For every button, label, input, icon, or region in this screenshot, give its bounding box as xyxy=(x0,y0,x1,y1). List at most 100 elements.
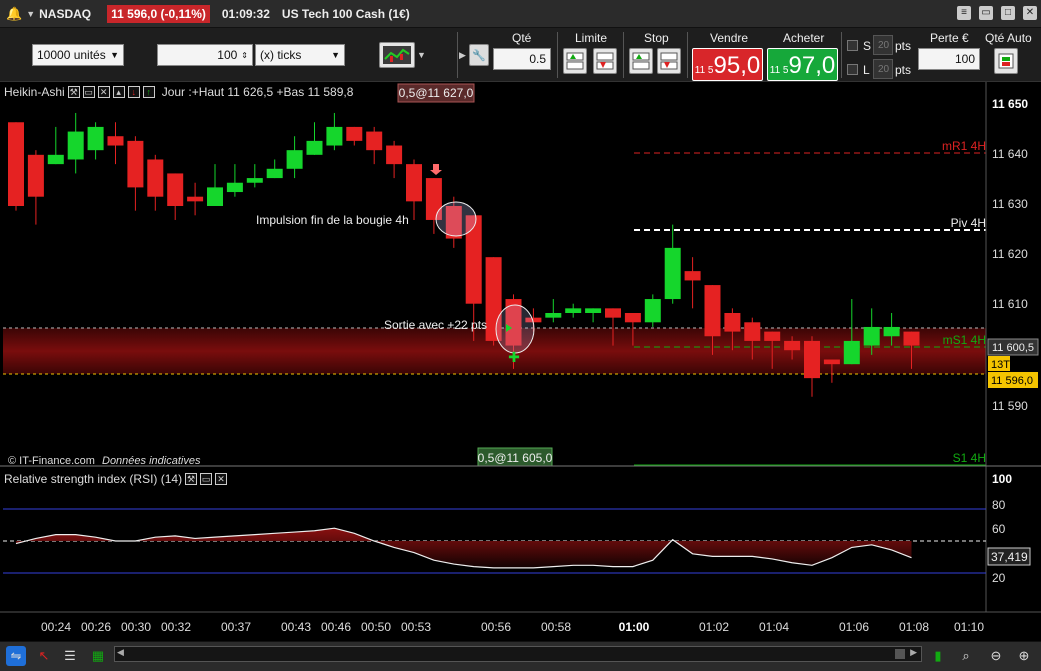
x-tick: 01:08 xyxy=(899,620,929,634)
window-icon[interactable]: ▭ xyxy=(82,86,95,98)
buy-button[interactable]: 11 5 97,0 xyxy=(767,48,838,81)
candle[interactable] xyxy=(187,196,204,202)
candle[interactable] xyxy=(87,126,104,151)
wrench-icon[interactable]: ⚒ xyxy=(67,86,80,98)
limit-buy-icon[interactable] xyxy=(563,48,587,74)
buy-order-icon[interactable]: ↑ xyxy=(142,86,155,98)
candle[interactable] xyxy=(764,331,781,341)
bell-icon[interactable]: 🔔 xyxy=(6,6,22,22)
candle[interactable] xyxy=(226,182,243,193)
chart-canvas[interactable]: ✚ 0,5@11 627,0 0,5@11 605,0 Impulsion fi… xyxy=(0,82,1041,641)
x-tick: 00:37 xyxy=(221,620,251,634)
candle[interactable] xyxy=(664,247,681,300)
chevron-down-icon[interactable]: ▼ xyxy=(26,9,35,19)
pointer-icon[interactable]: ↖ xyxy=(34,646,54,666)
candle[interactable] xyxy=(843,340,860,365)
candle[interactable] xyxy=(306,140,323,155)
ticks-stepper[interactable]: 100 ⇕ xyxy=(157,44,253,66)
stop-checkbox[interactable] xyxy=(847,40,858,51)
bars-icon[interactable]: ▮ xyxy=(928,646,948,666)
candle[interactable] xyxy=(724,313,741,332)
window-icon[interactable]: ▭ xyxy=(200,473,213,485)
candle[interactable] xyxy=(167,173,184,206)
stepper-arrows-icon[interactable]: ⇕ xyxy=(241,51,248,60)
candle[interactable] xyxy=(47,154,64,165)
x-tick: 00:58 xyxy=(541,620,571,634)
candle[interactable] xyxy=(286,150,303,169)
wrench-icon[interactable]: ⚒ xyxy=(185,473,198,485)
scroll-left-icon[interactable]: ◀ xyxy=(117,647,124,658)
loss-input[interactable]: 100 xyxy=(918,48,980,70)
strategy-icon[interactable] xyxy=(379,42,415,68)
candle[interactable] xyxy=(366,131,383,151)
instrument-name[interactable]: NASDAQ xyxy=(39,7,91,21)
candle[interactable] xyxy=(27,154,44,197)
candle[interactable] xyxy=(107,136,124,146)
candle[interactable] xyxy=(605,308,621,318)
candle[interactable] xyxy=(784,340,801,351)
candle[interactable] xyxy=(545,313,562,318)
units-select[interactable]: 10000 unités ▼ xyxy=(32,44,124,66)
buy-price-main: 97,0 xyxy=(788,52,836,79)
close-icon[interactable]: ✕ xyxy=(215,473,228,485)
zoom-in-icon[interactable]: ⊕ xyxy=(1014,646,1034,666)
maximize-icon[interactable]: □ xyxy=(1001,6,1015,20)
zoom-fit-icon[interactable]: ⌕ xyxy=(956,646,976,666)
collapse-arrow-icon[interactable]: ▶ xyxy=(459,50,466,61)
candle[interactable] xyxy=(863,326,880,346)
candle[interactable] xyxy=(207,187,223,206)
stop-sell-icon[interactable] xyxy=(657,48,681,74)
menu-icon[interactable]: ≡ xyxy=(957,6,971,20)
auto-qty-icon[interactable] xyxy=(994,48,1018,74)
candle[interactable] xyxy=(386,145,403,165)
candle[interactable] xyxy=(823,359,840,365)
layout-icon[interactable]: ▭ xyxy=(979,6,993,20)
zoom-out-icon[interactable]: ⊖ xyxy=(986,646,1006,666)
candle[interactable] xyxy=(246,178,263,183)
candle[interactable] xyxy=(266,168,283,179)
chevron-down-icon[interactable]: ▼ xyxy=(417,50,426,60)
scroll-right-icon[interactable]: ▶ xyxy=(910,647,917,658)
candle[interactable] xyxy=(346,126,363,141)
candle[interactable] xyxy=(8,122,24,206)
candle[interactable] xyxy=(406,164,422,202)
chart-type-icon[interactable]: ▦ xyxy=(88,646,108,666)
close-icon[interactable]: ✕ xyxy=(1023,6,1037,20)
candle[interactable] xyxy=(684,271,701,281)
stop-buy-icon[interactable] xyxy=(629,48,653,74)
candle[interactable] xyxy=(326,126,343,146)
expand-icon[interactable]: ▴ xyxy=(112,86,125,98)
candle[interactable] xyxy=(744,322,761,341)
rsi-title[interactable]: Relative strength index (RSI) (14) xyxy=(4,472,182,486)
window-controls: ≡ ▭ □ ✕ xyxy=(957,6,1037,20)
candle[interactable] xyxy=(565,308,582,313)
candle[interactable] xyxy=(804,340,820,379)
settings-wrench-icon[interactable]: 🔧 xyxy=(469,44,489,66)
qty-input[interactable]: 0.5 xyxy=(493,48,551,70)
candle[interactable] xyxy=(883,326,900,337)
sell-button[interactable]: 11 5 95,0 xyxy=(692,48,763,81)
time-scrollbar[interactable]: ◀ ▶ xyxy=(114,646,922,662)
share-icon[interactable]: ⇋ xyxy=(6,646,26,666)
s-pts-input[interactable]: 20 xyxy=(873,35,893,55)
l-pts-input[interactable]: 20 xyxy=(873,59,893,79)
sell-order-icon[interactable]: ↓ xyxy=(127,86,140,98)
candle[interactable] xyxy=(644,299,661,323)
candle[interactable] xyxy=(704,285,721,337)
limit-checkbox[interactable] xyxy=(847,64,858,75)
candle[interactable] xyxy=(147,159,164,197)
candle[interactable] xyxy=(585,308,602,313)
candle[interactable] xyxy=(127,140,144,188)
candle[interactable] xyxy=(67,131,84,160)
limit-sell-icon[interactable] xyxy=(593,48,617,74)
close-icon[interactable]: ✕ xyxy=(97,86,110,98)
order-top-text: 0,5@11 627,0 xyxy=(399,86,474,100)
candle[interactable] xyxy=(903,331,920,346)
pivot-label: Piv 4H xyxy=(951,216,986,230)
indicator-name[interactable]: Heikin-Ashi xyxy=(4,85,65,99)
candle[interactable] xyxy=(624,313,641,323)
ticks-unit-select[interactable]: (x) ticks ▼ xyxy=(255,44,345,66)
x-tick: 01:06 xyxy=(839,620,869,634)
scroll-thumb[interactable] xyxy=(895,649,905,659)
list-icon[interactable]: ☰ xyxy=(60,646,80,666)
